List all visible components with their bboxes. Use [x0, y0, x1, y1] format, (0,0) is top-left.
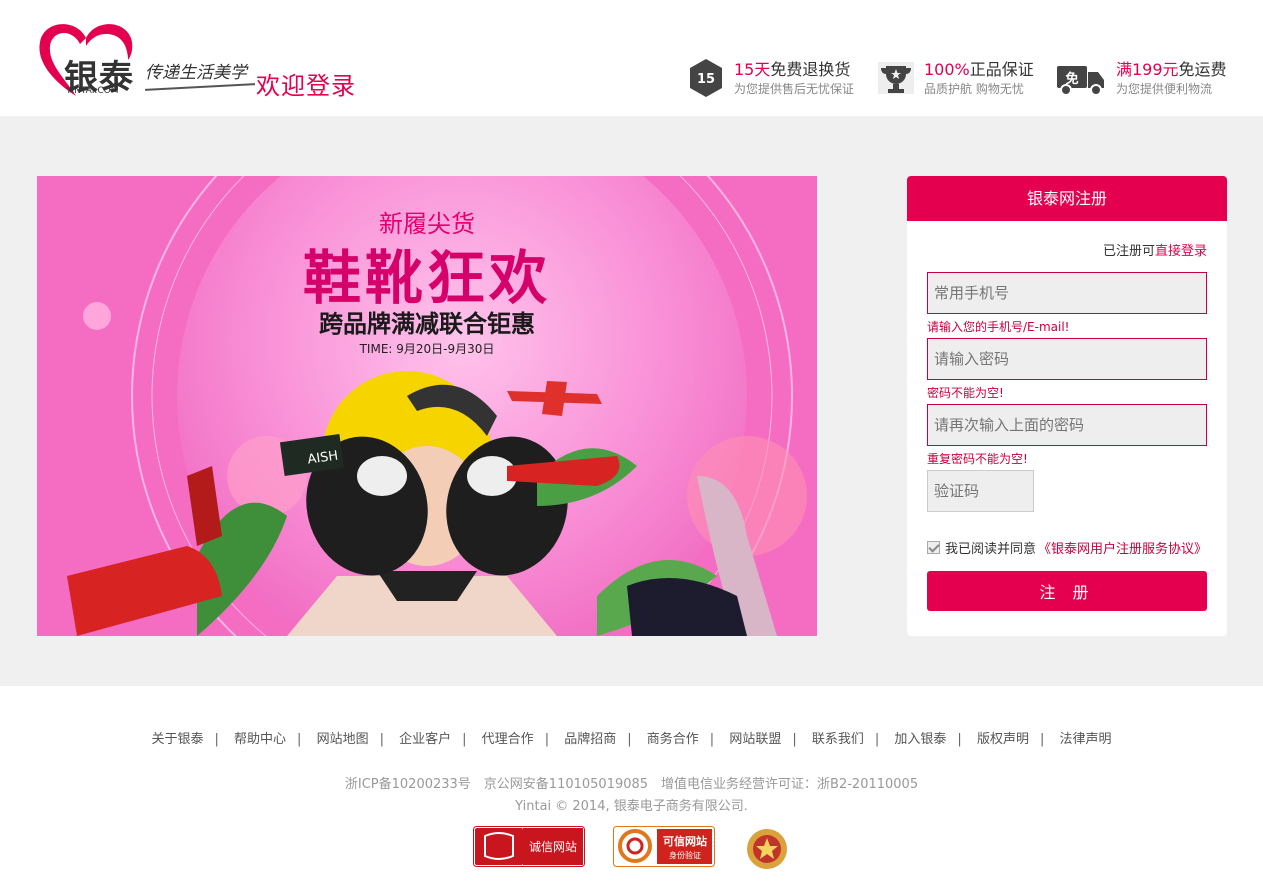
captcha-input[interactable] — [927, 470, 1034, 512]
svg-text:可信网站: 可信网站 — [663, 834, 707, 848]
promo-return: 15 15天免费退换货 为您提供售后无忧保证 — [688, 56, 858, 100]
footer-link[interactable]: 企业客户 — [399, 732, 451, 747]
trusted-site-badge[interactable]: 可信网站 身份验证 — [613, 826, 715, 867]
logo-subtext: YINTAI.COM — [66, 86, 119, 96]
footer-link[interactable]: 法律声明 — [1060, 732, 1112, 747]
phone-input[interactable] — [927, 272, 1207, 314]
agree-text: 我已阅读并同意 — [945, 542, 1037, 557]
trophy-icon — [878, 62, 914, 94]
agreement-row: 我已阅读并同意 《银泰网用户注册服务协议》 — [927, 538, 1207, 557]
separator: | — [544, 732, 550, 747]
agreement-link[interactable]: 《银泰网用户注册服务协议》 — [1038, 538, 1207, 557]
separator: | — [297, 732, 302, 747]
register-title: 银泰网注册 — [907, 176, 1227, 221]
register-button[interactable]: 注 册 — [927, 571, 1207, 611]
police-badge[interactable] — [744, 826, 790, 869]
promo-sub: 品质护航 购物无忧 — [924, 82, 1024, 96]
footer-link[interactable]: 加入银泰 — [894, 732, 946, 747]
promo-sub: 为您提供售后无忧保证 — [734, 82, 855, 96]
svg-text:诚信网站: 诚信网站 — [529, 840, 577, 854]
banner-line3: 跨品牌满减联合钜惠 — [319, 310, 535, 338]
footer-link[interactable]: 品牌招商 — [564, 732, 616, 747]
separator: | — [874, 732, 880, 747]
promo-title: 满199元免运费 — [1116, 60, 1227, 79]
footer-link[interactable]: 代理合作 — [482, 732, 534, 747]
slogan: 传递生活美学 — [145, 63, 247, 83]
promo-title: 15天免费退换货 — [734, 60, 851, 79]
banner-line4: TIME: 9月20日-9月30日 — [359, 342, 495, 356]
phone-error: 请输入您的手机号/E-mail! — [927, 320, 1070, 334]
footer: 关于银泰 | 帮助中心 | 网站地图 | 企业客户 | 代理合作 | 品牌招商 | 商务合作… — [0, 686, 1263, 891]
icp-info: 浙ICP备10200233号 京公网安备110105019085 增值电信业务经… — [344, 777, 919, 792]
promo-sub: 为您提供便利物流 — [1116, 82, 1213, 96]
header: 银泰 YINTAI.COM 传递生活美学 欢迎登录 15 15天免费退换货 为您… — [0, 0, 1263, 116]
return-15-icon: 15 — [690, 59, 722, 97]
banner-line1: 新履尖货 — [379, 210, 475, 238]
footer-link[interactable]: 版权声明 — [977, 732, 1029, 747]
svg-text:身份验证: 身份验证 — [669, 850, 701, 860]
promo-banner[interactable]: AISH 新履尖货 鞋靴狂欢 跨品牌满减联合钜惠 TIME: 9月20日-9月3… — [37, 176, 817, 636]
banner-artwork: AISH 新履尖货 鞋靴狂欢 跨品牌满减联合钜惠 TIME: 9月20日-9月3… — [37, 176, 817, 636]
slogan-underline — [145, 83, 255, 91]
police-emblem-icon — [747, 829, 787, 869]
separator: | — [379, 732, 384, 747]
separator: | — [1039, 732, 1045, 747]
copyright: Yintai © 2014, 银泰电子商务有限公司. — [515, 799, 748, 814]
separator: | — [214, 732, 219, 747]
agree-checkbox[interactable] — [927, 541, 940, 554]
footer-link[interactable]: 联系我们 — [812, 732, 864, 747]
banner-line2: 鞋靴狂欢 — [303, 244, 551, 312]
separator: | — [627, 732, 632, 747]
footer-link[interactable]: 商务合作 — [647, 732, 699, 747]
repeat-password-error: 重复密码不能为空! — [927, 452, 1028, 466]
footer-link[interactable]: 网站联盟 — [729, 732, 781, 747]
credit-badge-icon: 诚信网站 — [473, 826, 585, 867]
truck-icon: 免 — [1057, 66, 1104, 96]
welcome-title: 欢迎登录 — [256, 72, 356, 100]
footer-nav: 关于银泰 | 帮助中心 | 网站地图 | 企业客户 | 代理合作 | 品牌招商 | 商务合作… — [0, 728, 1263, 747]
separator: | — [957, 732, 962, 747]
separator: | — [462, 732, 467, 747]
credit-site-badge[interactable]: 诚信网站 — [473, 826, 585, 867]
yintai-logo[interactable]: 银泰 YINTAI.COM — [36, 20, 136, 98]
svg-text:免: 免 — [1065, 71, 1078, 87]
svg-text:15: 15 — [697, 72, 715, 87]
footer-link[interactable]: 网站地图 — [317, 732, 369, 747]
password-error: 密码不能为空! — [927, 386, 1004, 400]
password-input[interactable] — [927, 338, 1207, 380]
footer-link[interactable]: 帮助中心 — [234, 732, 286, 747]
promo-shipping: 免 满199元免运费 为您提供便利物流 — [1056, 56, 1228, 100]
main-section: AISH 新履尖货 鞋靴狂欢 跨品牌满减联合钜惠 TIME: 9月20日-9月3… — [0, 116, 1263, 686]
separator: | — [792, 732, 797, 747]
trusted-badge-icon: 可信网站 身份验证 — [613, 826, 715, 867]
login-hint: 已注册可直接登录 — [1102, 244, 1207, 259]
separator: | — [709, 732, 715, 747]
register-panel: 银泰网注册 已注册可直接登录 请输入您的手机号/E-mail! 密码不能为空! … — [907, 176, 1227, 636]
footer-link[interactable]: 关于银泰 — [151, 732, 203, 747]
repeat-password-input[interactable] — [927, 404, 1207, 446]
promo-genuine: 100%正品保证 品质护航 购物无忧 — [878, 56, 1038, 100]
login-link[interactable]: 直接登录 — [1155, 244, 1207, 259]
promo-title: 100%正品保证 — [924, 60, 1034, 79]
